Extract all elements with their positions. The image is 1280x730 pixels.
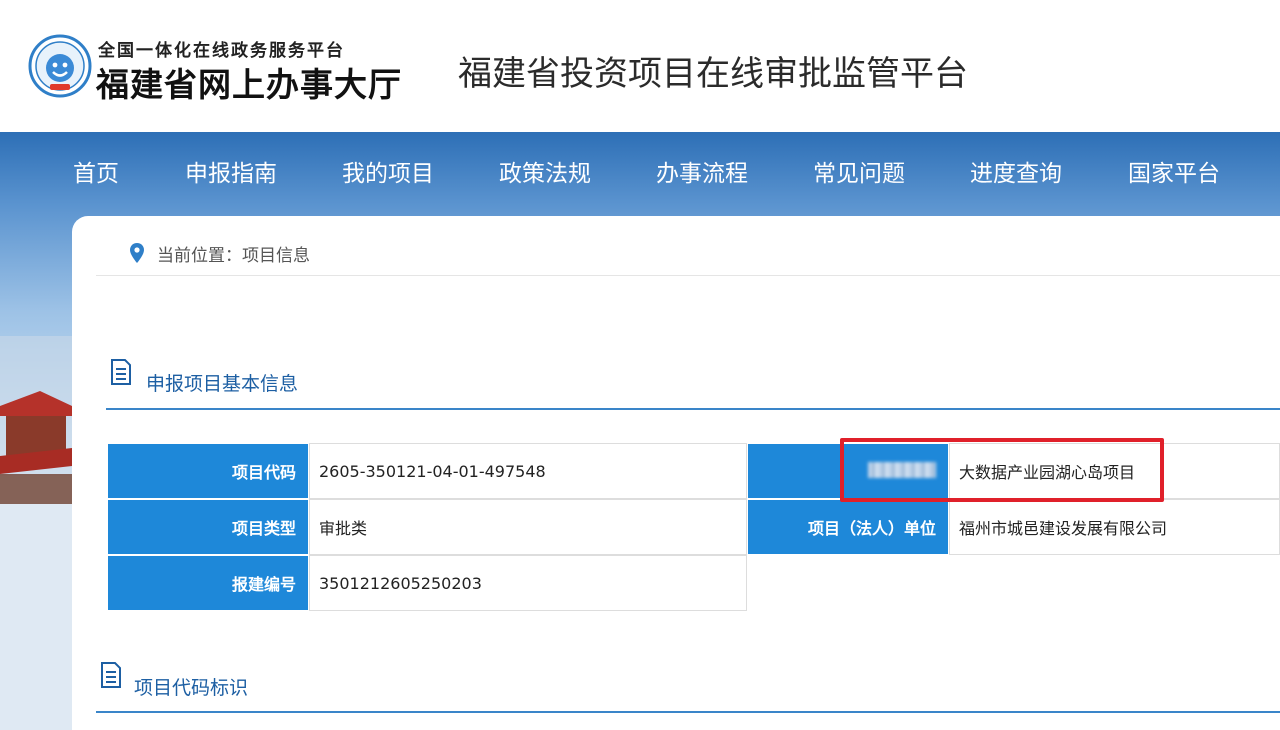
section-basic-title: 申报项目基本信息: [146, 373, 299, 395]
nav-item-process[interactable]: 办事流程: [656, 154, 748, 188]
nav-item-faq[interactable]: 常见问题: [813, 154, 905, 188]
nav-item-policies[interactable]: 政策法规: [499, 154, 591, 188]
label-build-number: 报建编号: [107, 555, 309, 611]
nav-item-progress[interactable]: 进度查询: [970, 154, 1062, 188]
nav-item-my-projects[interactable]: 我的项目: [342, 154, 434, 188]
label-project-code: 项目代码: [107, 443, 309, 499]
platform-title: 福建省投资项目在线审批监管平台: [458, 54, 968, 94]
nav-item-home[interactable]: 首页: [73, 154, 119, 188]
value-build-number: 3501212605250203: [309, 555, 747, 611]
label-legal-unit: 项目（法人）单位: [747, 499, 949, 555]
breadcrumb-text: 当前位置：项目信息: [157, 246, 310, 266]
highlight-box: [840, 438, 1164, 502]
logo-emblem-icon[interactable]: [28, 34, 92, 98]
value-legal-unit: 福州市城邑建设发展有限公司: [949, 499, 1280, 555]
label-project-type: 项目类型: [107, 499, 309, 555]
document-icon: [111, 359, 131, 385]
document-icon: [101, 662, 121, 688]
value-project-code: 2605-350121-04-01-497548: [309, 443, 747, 499]
scenery-decoration: [0, 336, 72, 730]
nav-item-national-platform[interactable]: 国家平台: [1128, 154, 1220, 188]
section-code-title: 项目代码标识: [134, 677, 249, 699]
logo-title[interactable]: 福建省网上办事大厅: [96, 58, 402, 106]
nav-item-guide[interactable]: 申报指南: [185, 154, 277, 188]
value-project-type: 审批类: [309, 499, 747, 555]
location-pin-icon: [130, 243, 144, 263]
header: 全国一体化在线政务服务平台 福建省网上办事大厅 福建省投资项目在线审批监管平台: [0, 0, 1280, 132]
section-code-header: [96, 655, 1280, 713]
